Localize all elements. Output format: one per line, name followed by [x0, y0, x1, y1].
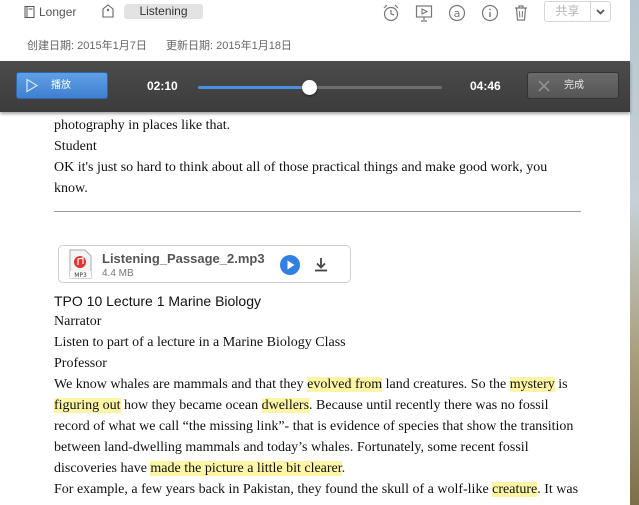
text-run: . — [341, 461, 346, 476]
speaker-professor: Professor — [54, 356, 107, 371]
share-button[interactable]: 共享 — [544, 1, 611, 22]
play-attachment-icon[interactable] — [279, 254, 301, 276]
horizontal-rule — [54, 211, 581, 212]
done-button[interactable]: 完成 — [527, 72, 619, 99]
seek-bar[interactable] — [198, 80, 442, 95]
text-line: know. — [54, 181, 88, 196]
text-line: OK it's just so hard to think about all … — [54, 160, 548, 175]
text-run: . It was — [537, 482, 579, 497]
highlighted-text: evolved from — [307, 377, 383, 392]
info-icon[interactable] — [480, 3, 500, 23]
paragraph-line: discoveries have made the picture a litt… — [54, 461, 345, 477]
close-icon — [538, 80, 550, 92]
present-icon[interactable] — [414, 3, 434, 23]
elapsed-time: 02:10 — [147, 79, 178, 93]
note-toolbar: Longer Listening a 共享 — [0, 0, 630, 26]
play-label: 播放 — [51, 80, 71, 91]
updated-date: 更新日期: 2015年1月18日 — [166, 40, 292, 52]
highlighted-text: figuring out — [54, 398, 121, 413]
at-icon[interactable]: a — [447, 3, 467, 23]
download-icon[interactable] — [311, 255, 331, 275]
audio-player-bar: 播放 02:10 04:46 完成 — [0, 61, 630, 112]
speaker-student: Student — [54, 139, 97, 154]
text-run: . Because until recently there was no fo… — [309, 398, 549, 413]
alarm-icon[interactable] — [381, 3, 401, 23]
seek-handle[interactable] — [301, 80, 317, 95]
text-run: We know whales are mammals and that they — [54, 377, 308, 392]
chevron-down-icon[interactable] — [591, 2, 610, 21]
text-run: land creatures. So the — [382, 377, 510, 392]
play-button[interactable]: 播放 — [16, 72, 108, 99]
notebook-icon — [24, 6, 35, 18]
speaker-narrator: Narrator — [54, 314, 102, 329]
svg-text:a: a — [454, 7, 461, 20]
text-line: photography in places like that. — [54, 118, 231, 133]
notebook-label: Longer — [39, 5, 77, 19]
highlighted-text: dwellers — [261, 398, 310, 413]
paragraph-line: We know whales are mammals and that they… — [54, 377, 568, 393]
done-label: 完成 — [564, 80, 584, 91]
attachment-filename: Listening_Passage_2.mp3 — [102, 251, 265, 266]
tag-icon[interactable] — [101, 4, 115, 18]
text-run: discoveries have — [54, 461, 151, 476]
text-run: how they became ocean — [120, 398, 262, 413]
audio-attachment[interactable]: MP3 Listening_Passage_2.mp3 4.4 MB — [58, 245, 351, 283]
highlighted-text: mystery — [509, 377, 555, 392]
seek-progress — [198, 86, 309, 89]
mp3-file-icon: MP3 — [69, 249, 92, 279]
highlighted-text: made the picture a little bit clearer — [150, 461, 342, 476]
attachment-size: 4.4 MB — [102, 268, 134, 279]
notebook-selector[interactable]: Longer — [24, 4, 76, 20]
paragraph-line: figuring out how they became ocean dwell… — [54, 398, 549, 414]
share-label: 共享 — [555, 4, 580, 18]
text-run: is — [554, 377, 568, 392]
note-window: Longer Listening a 共享 创建日期: 2015年1月7日 更新… — [0, 0, 630, 505]
paragraph-line: record of what we call “the missing link… — [54, 419, 574, 434]
created-date: 创建日期: 2015年1月7日 — [27, 40, 147, 52]
play-icon — [26, 78, 39, 93]
trash-icon[interactable] — [511, 3, 531, 23]
tag-chip-listening[interactable]: Listening — [124, 4, 203, 19]
file-type-badge: MP3 — [74, 272, 87, 279]
text-line: Listen to part of a lecture in a Marine … — [54, 335, 346, 350]
lecture-title: TPO 10 Lecture 1 Marine Biology — [54, 293, 261, 309]
total-time: 04:46 — [470, 79, 501, 93]
highlighted-text: creature — [492, 482, 538, 497]
paragraph-line: between land-dwelling mammals and today’… — [54, 440, 529, 455]
desktop-background — [630, 0, 639, 505]
paragraph-line: For example, a few years back in Pakista… — [54, 482, 578, 498]
text-run: For example, a few years back in Pakista… — [54, 482, 493, 497]
